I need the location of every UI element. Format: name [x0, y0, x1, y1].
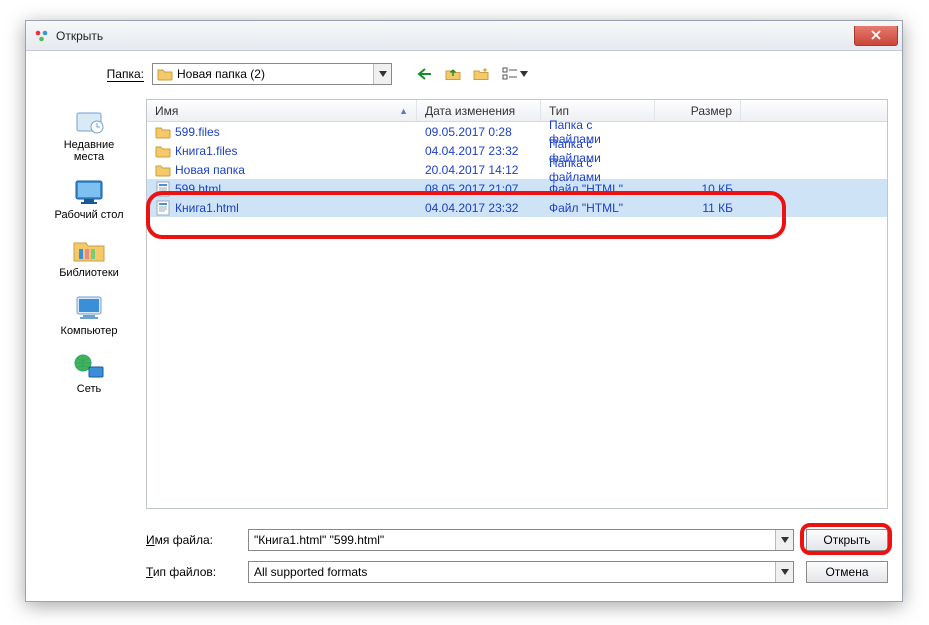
back-button[interactable] — [414, 63, 436, 85]
place-label: Рабочий стол — [54, 209, 123, 221]
list-header: Имя ▲ Дата изменения Тип Размер — [147, 100, 887, 122]
filetype-select[interactable]: All supported formats — [248, 561, 794, 583]
app-icon — [34, 28, 50, 44]
html-file-icon — [155, 181, 171, 197]
column-header-name[interactable]: Имя ▲ — [147, 100, 417, 121]
file-name: Книга1.files — [175, 144, 237, 158]
file-row[interactable]: Книга1.html 04.04.2017 23:32 Файл "HTML" 11… — [147, 198, 887, 217]
column-header-date[interactable]: Дата изменения — [417, 100, 541, 121]
html-file-icon — [155, 200, 171, 216]
place-libraries[interactable]: Библиотеки — [34, 231, 144, 283]
dialog-title: Открыть — [56, 29, 103, 43]
place-desktop[interactable]: Рабочий стол — [34, 173, 144, 225]
file-name: Книга1.html — [175, 201, 239, 215]
open-button[interactable]: Открыть — [806, 529, 888, 551]
open-file-dialog: Открыть Папка: Новая папка (2) — [25, 20, 903, 602]
dropdown-caret-icon[interactable] — [373, 64, 391, 84]
place-network[interactable]: Сеть — [34, 347, 144, 399]
close-button[interactable] — [854, 26, 898, 46]
desktop-icon — [71, 177, 107, 207]
places-sidebar: Недавние места Рабочий стол Библиотеки К… — [34, 99, 144, 521]
new-folder-button[interactable] — [470, 63, 492, 85]
filetype-label: Тип файлов: — [146, 565, 236, 579]
file-type: Файл "HTML" — [549, 182, 623, 196]
place-label: Недавние места — [64, 139, 115, 163]
file-date: 04.04.2017 23:32 — [425, 201, 518, 215]
dropdown-caret-icon[interactable] — [775, 562, 793, 582]
file-date: 20.04.2017 14:12 — [425, 163, 518, 177]
file-rows: 599.files09.05.2017 0:28Папка с файламиК… — [147, 122, 887, 217]
file-type: Файл "HTML" — [549, 201, 623, 215]
file-name: 599.files — [175, 125, 220, 139]
place-label: Библиотеки — [59, 267, 119, 279]
file-size: 10 КБ — [701, 182, 733, 196]
cancel-button[interactable]: Отмена — [806, 561, 888, 583]
place-label: Компьютер — [61, 325, 118, 337]
recent-places-icon — [71, 107, 107, 137]
file-name: 599.html — [175, 182, 221, 196]
computer-icon — [71, 293, 107, 323]
file-row[interactable]: 599.html 08.05.2017 21:07 Файл "HTML" 10 КБ — [147, 179, 887, 198]
file-row[interactable]: Книга1.files04.04.2017 23:32Папка с файл… — [147, 141, 887, 160]
folder-row: Папка: Новая папка (2) — [96, 63, 882, 85]
folder-dropdown[interactable]: Новая папка (2) — [152, 63, 392, 85]
titlebar[interactable]: Открыть — [26, 21, 902, 51]
folder-toolbar — [414, 63, 532, 85]
view-menu-button[interactable] — [498, 63, 532, 85]
place-label: Сеть — [77, 383, 101, 395]
file-row[interactable]: Новая папка20.04.2017 14:12Папка с файла… — [147, 160, 887, 179]
place-computer[interactable]: Компьютер — [34, 289, 144, 341]
file-date: 08.05.2017 21:07 — [425, 182, 518, 196]
filename-input[interactable]: "Книга1.html" "599.html" — [248, 529, 794, 551]
column-header-size[interactable]: Размер — [655, 100, 741, 121]
folder-icon — [155, 162, 171, 178]
column-header-spacer — [741, 100, 887, 121]
file-date: 09.05.2017 0:28 — [425, 125, 512, 139]
libraries-icon — [71, 235, 107, 265]
folder-name: Новая папка (2) — [177, 67, 265, 81]
folder-icon — [155, 124, 171, 140]
folder-label: Папка: — [96, 67, 144, 81]
place-recent[interactable]: Недавние места — [34, 103, 144, 167]
file-date: 04.04.2017 23:32 — [425, 144, 518, 158]
sort-ascending-icon: ▲ — [399, 106, 408, 116]
filename-label: Имя файла: — [146, 533, 236, 547]
network-icon — [71, 351, 107, 381]
folder-icon — [157, 66, 173, 82]
dialog-content: Папка: Новая папка (2) — [26, 51, 902, 601]
up-one-level-button[interactable] — [442, 63, 464, 85]
folder-icon — [155, 143, 171, 159]
file-name: Новая папка — [175, 163, 245, 177]
file-list[interactable]: Имя ▲ Дата изменения Тип Размер 599.file… — [146, 99, 888, 509]
file-row[interactable]: 599.files09.05.2017 0:28Папка с файлами — [147, 122, 887, 141]
bottom-area: Имя файла: "Книга1.html" "599.html" Откр… — [146, 527, 888, 587]
dropdown-caret-icon[interactable] — [775, 530, 793, 550]
file-size: 11 КБ — [702, 201, 733, 215]
